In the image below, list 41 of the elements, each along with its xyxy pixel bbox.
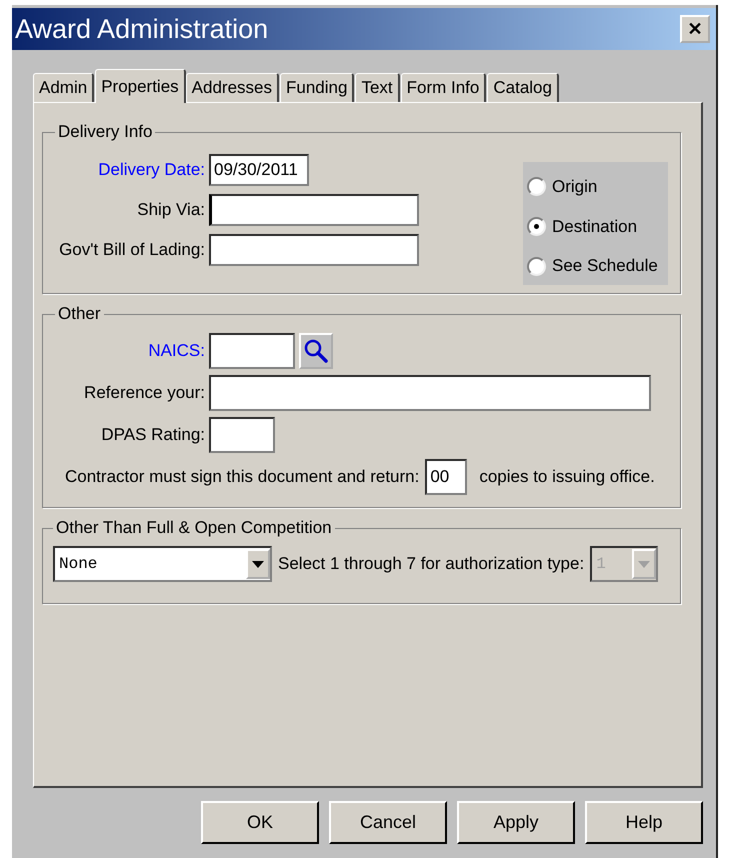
- field-label: copies to issuing office.: [479, 467, 655, 487]
- field-label: Delivery Date:: [98, 160, 205, 180]
- search-icon: [303, 338, 329, 364]
- tab[interactable]: Text: [355, 73, 400, 102]
- tab[interactable]: Properties: [95, 69, 186, 103]
- input-field[interactable]: 09/30/2011: [209, 154, 309, 186]
- tab[interactable]: Admin: [33, 73, 94, 102]
- input-field[interactable]: 00: [425, 459, 468, 495]
- radio-button[interactable]: [527, 177, 546, 196]
- input-field[interactable]: [209, 375, 651, 411]
- search-button[interactable]: [299, 333, 333, 369]
- radio-option[interactable]: See Schedule: [527, 247, 668, 286]
- input-field[interactable]: [209, 333, 295, 369]
- dialog-button[interactable]: Help: [585, 801, 703, 844]
- tab[interactable]: Addresses: [186, 73, 279, 102]
- field-label: Gov't Bill of Lading:: [59, 240, 205, 260]
- tab[interactable]: Funding: [280, 73, 354, 102]
- dialog-button[interactable]: OK: [201, 801, 319, 844]
- dropdown[interactable]: None: [53, 546, 272, 582]
- input-field[interactable]: [209, 234, 419, 266]
- field-label: Ship Via:: [137, 200, 205, 220]
- field-label: Reference your:: [84, 383, 205, 403]
- group-title: Other Than Full & Open Competition: [55, 518, 333, 538]
- field-label: DPAS Rating:: [101, 425, 205, 445]
- dialog-button[interactable]: Cancel: [329, 801, 447, 844]
- radio-button[interactable]: [527, 217, 546, 236]
- close-button[interactable]: ✕: [680, 15, 710, 43]
- input-field[interactable]: [209, 417, 275, 453]
- field-label: Select 1 through 7 for authorization type:: [278, 554, 584, 574]
- dialog-button[interactable]: Apply: [457, 801, 575, 844]
- tab[interactable]: Catalog: [487, 73, 559, 102]
- field-label: NAICS:: [148, 341, 205, 361]
- group-title: Delivery Info: [57, 122, 154, 142]
- tab[interactable]: Form Info: [400, 73, 486, 102]
- radio-button[interactable]: [527, 256, 546, 276]
- field-label: Contractor must sign this document and return:: [65, 467, 420, 487]
- radio-option[interactable]: Destination: [527, 208, 668, 246]
- group-title: Other: [57, 304, 102, 324]
- radio-option[interactable]: Origin: [527, 168, 668, 206]
- window-title: Award Administration: [15, 14, 268, 44]
- input-field[interactable]: [209, 194, 419, 226]
